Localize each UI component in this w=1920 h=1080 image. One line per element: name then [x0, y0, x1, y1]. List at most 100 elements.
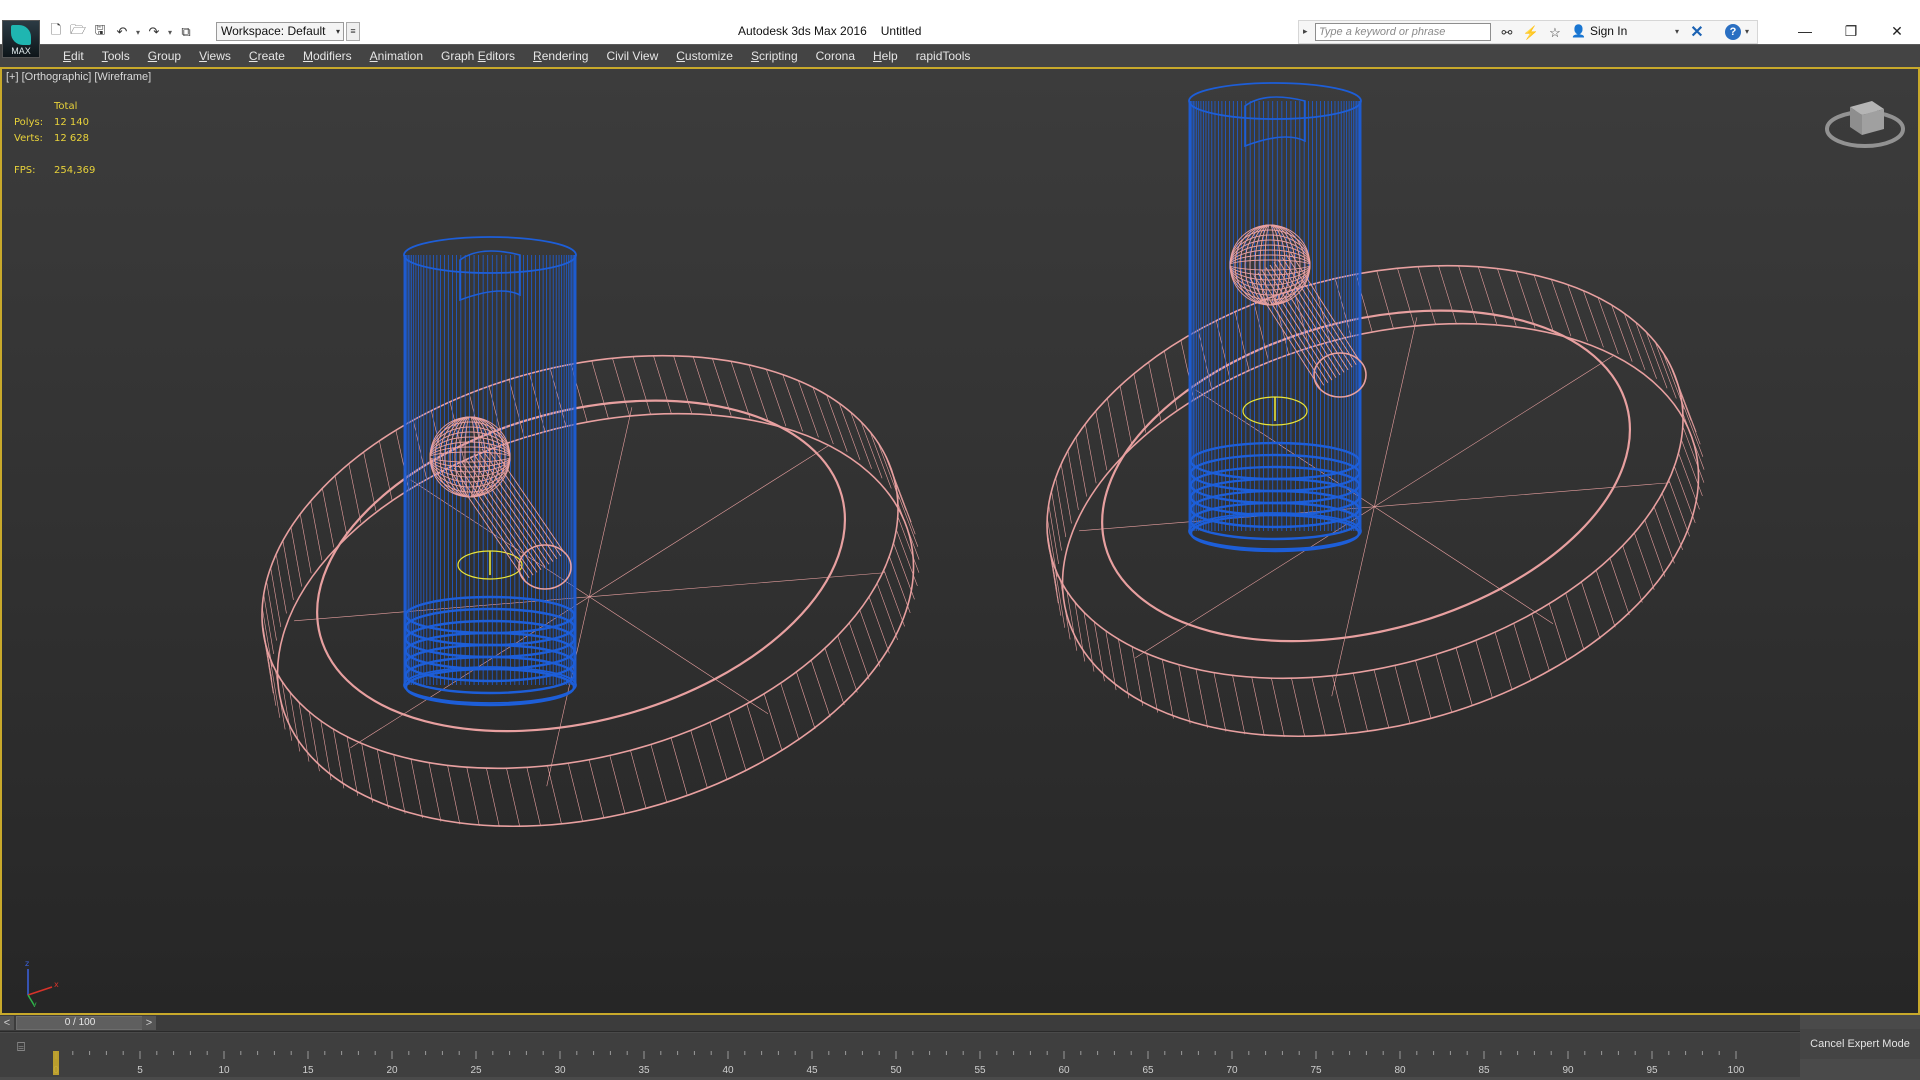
new-file-icon[interactable]: 🗋 — [46, 22, 66, 42]
ring-segment — [1417, 266, 1436, 325]
menu-help[interactable]: Help — [864, 45, 907, 67]
ring-segment — [1581, 581, 1601, 640]
ruler-label: 5 — [137, 1065, 143, 1076]
ring-segment — [1475, 640, 1493, 699]
ring-segment — [653, 355, 672, 414]
chevron-down-icon[interactable]: ▾ — [1675, 27, 1679, 36]
redo-icon[interactable]: ↷ — [144, 22, 164, 42]
ring-segment — [322, 488, 335, 548]
search-input[interactable] — [1315, 23, 1491, 41]
ring-object-2 — [1046, 264, 1705, 738]
frame-ruler[interactable]: 0510152025303540455055606570758085909510… — [46, 1051, 1746, 1077]
menu-civil-view[interactable]: Civil View — [597, 45, 667, 67]
ring-segment — [1513, 623, 1532, 681]
menu-rendering[interactable]: Rendering — [524, 45, 597, 67]
current-frame-marker[interactable] — [53, 1051, 59, 1075]
menu-scripting[interactable]: Scripting — [742, 45, 807, 67]
menu-group[interactable]: Group — [139, 45, 190, 67]
arm-segment — [1249, 277, 1321, 389]
save-file-icon[interactable]: 🖫 — [90, 22, 110, 42]
track-bar[interactable]: ⌸ 05101520253035404550556065707580859095… — [0, 1033, 1800, 1077]
ring-segment — [1645, 331, 1668, 389]
svg-text:x: x — [54, 980, 59, 989]
menu-edit[interactable]: Edit — [54, 45, 93, 67]
workspace-selector[interactable]: Workspace: Default ▾ — [216, 22, 344, 41]
menu-corona[interactable]: Corona — [807, 45, 864, 67]
ring-segment — [812, 387, 834, 445]
sign-in-button[interactable]: 👤 Sign In — [1571, 24, 1627, 38]
time-slider[interactable]: < 0 / 100 > — [0, 1015, 1800, 1032]
ring-segment — [673, 355, 692, 414]
restore-icon[interactable]: ❐ — [1828, 18, 1874, 44]
ring-segment — [310, 500, 323, 561]
menu-tools[interactable]: Tools — [93, 45, 139, 67]
ring-segment — [1397, 268, 1415, 326]
ruler-label: 95 — [1646, 1065, 1658, 1076]
menu-graph-editors[interactable]: Graph Editors — [432, 45, 524, 67]
ring-segment — [1119, 385, 1133, 445]
max-logo-icon — [11, 25, 31, 45]
ring-segment — [859, 609, 881, 667]
communication-center-icon[interactable]: ⚡ — [1521, 23, 1541, 43]
next-frame-button[interactable]: > — [142, 1016, 156, 1030]
ring-segment — [376, 749, 389, 809]
ring-segment — [728, 713, 747, 771]
exchange-apps-icon[interactable]: ✕ — [1687, 23, 1707, 43]
ruler-label: 70 — [1226, 1065, 1238, 1076]
wireframe-scene[interactable] — [0, 67, 1920, 1015]
ring-segment — [447, 765, 461, 825]
menu-views[interactable]: Views — [190, 45, 240, 67]
menu-create[interactable]: Create — [240, 45, 294, 67]
redo-dropdown-icon[interactable]: ▾ — [166, 28, 174, 37]
window-controls: — ❐ ✕ — [1782, 18, 1920, 44]
ring-segment — [1668, 479, 1690, 537]
cancel-expert-mode-button[interactable]: Cancel Expert Mode — [1800, 1029, 1920, 1059]
cylinder-slot — [459, 250, 521, 302]
menu-modifiers[interactable]: Modifiers — [294, 45, 361, 67]
viewport[interactable]: [+] [Orthographic] [Wireframe] Total Pol… — [0, 67, 1920, 1015]
ring-segment — [1107, 398, 1120, 458]
ring-spoke — [1374, 482, 1670, 508]
expand-arrow-icon[interactable]: ▸ — [1303, 26, 1308, 37]
open-file-icon[interactable]: 🗁 — [68, 22, 88, 42]
minimize-icon[interactable]: — — [1782, 18, 1828, 44]
binoculars-icon[interactable]: ⚯ — [1497, 23, 1517, 43]
star-icon[interactable]: ☆ — [1545, 23, 1565, 43]
application-menu-button[interactable]: MAX — [2, 20, 40, 58]
mini-curve-editor-icon[interactable]: ⌸ — [10, 1039, 32, 1057]
user-icon: 👤 — [1571, 24, 1586, 38]
chevron-down-icon: ▾ — [335, 27, 340, 36]
menu-rapidtools[interactable]: rapidTools — [907, 45, 980, 67]
ring-segment — [690, 730, 708, 789]
ring-segment — [860, 421, 883, 479]
undo-icon[interactable]: ↶ — [112, 22, 132, 42]
prev-frame-button[interactable]: < — [0, 1016, 14, 1030]
ring-segment — [1060, 464, 1072, 524]
time-slider-thumb[interactable]: 0 / 100 — [16, 1016, 144, 1030]
ruler-label: 50 — [890, 1065, 902, 1076]
ring-segment — [837, 635, 858, 693]
ring-spoke — [1331, 506, 1375, 697]
ring-segment — [1565, 592, 1585, 651]
ruler-label: 100 — [1728, 1065, 1745, 1076]
ring-segment — [1195, 669, 1208, 729]
ring-segment — [766, 369, 787, 427]
menu-customize[interactable]: Customize — [667, 45, 742, 67]
close-icon[interactable]: ✕ — [1874, 18, 1920, 44]
ring-segment — [849, 622, 870, 680]
ring-segment — [591, 360, 609, 419]
ring-segment — [1494, 632, 1513, 690]
help-icon[interactable]: ? — [1725, 24, 1741, 40]
ring-segment — [393, 754, 406, 814]
customize-qat-button[interactable]: ≡ — [346, 22, 360, 41]
ruler-label: 40 — [722, 1065, 734, 1076]
ring-inner-edge — [1101, 309, 1632, 643]
chevron-down-icon[interactable]: ▾ — [1745, 27, 1749, 36]
project-folder-icon[interactable]: ⧉ — [176, 22, 196, 42]
undo-dropdown-icon[interactable]: ▾ — [134, 28, 142, 37]
ring-segment — [379, 440, 393, 500]
ring-segment — [824, 648, 845, 706]
app-logo-label: MAX — [11, 46, 31, 56]
menu-animation[interactable]: Animation — [361, 45, 432, 67]
viewcube-icon[interactable] — [1822, 93, 1908, 153]
